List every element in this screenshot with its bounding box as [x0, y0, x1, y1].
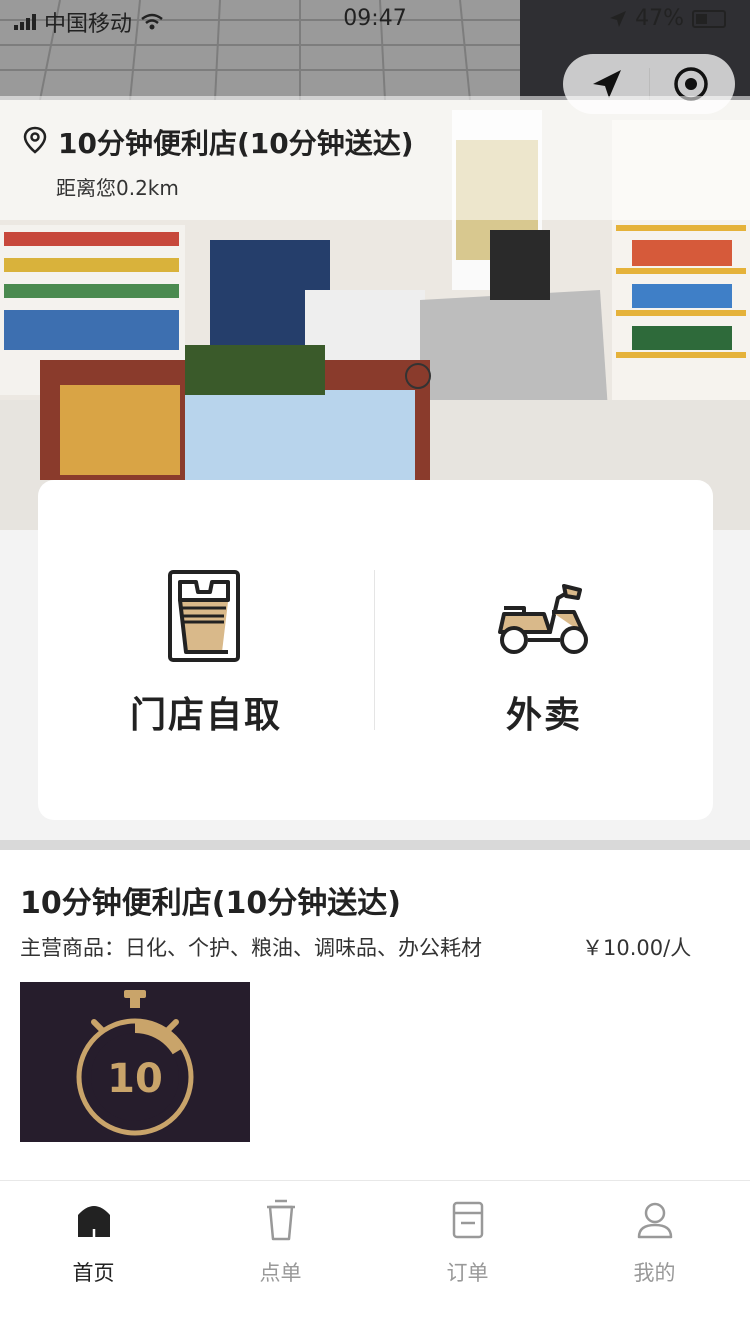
tab-order-menu-label: 点单	[259, 1261, 302, 1285]
cup-pickup-icon	[168, 570, 240, 662]
pickup-option[interactable]: 门店自取	[38, 480, 374, 820]
location-pin-icon	[23, 126, 47, 154]
store-header[interactable]: 10分钟便利店(10分钟送达) 距离您0.2km	[0, 96, 750, 220]
pickup-label: 门店自取	[129, 695, 282, 736]
location-arrow-icon	[610, 10, 627, 27]
order-mode-card: 门店自取 外卖	[38, 480, 713, 820]
option-divider	[374, 570, 375, 730]
store-price-per-person: ￥10.00/人	[582, 936, 692, 960]
tab-profile-label: 我的	[633, 1261, 676, 1285]
status-bar: 中国移动 09:47 47%	[0, 0, 750, 40]
user-icon	[637, 1202, 672, 1239]
store-detail: 10分钟便利店(10分钟送达) 主营商品：日化、个护、粮油、调味品、办公耗材 ￥…	[0, 850, 750, 1180]
tab-order-menu[interactable]: 点单	[187, 1195, 374, 1291]
home-icon	[77, 1206, 110, 1237]
store-detail-title: 10分钟便利店(10分钟送达)	[20, 886, 401, 921]
store-distance: 距离您0.2km	[56, 176, 179, 200]
delivery-option[interactable]: 外卖	[376, 480, 712, 820]
delivery-label: 外卖	[505, 695, 582, 736]
tab-orders[interactable]: 订单	[374, 1195, 561, 1291]
battery-percent: 47%	[635, 6, 684, 31]
store-name: 10分钟便利店(10分钟送达)	[58, 127, 414, 160]
scooter-icon	[498, 584, 588, 654]
tab-profile[interactable]: 我的	[561, 1195, 748, 1291]
store-main-products: 主营商品：日化、个护、粮油、调味品、办公耗材	[20, 936, 482, 960]
store-logo: 10	[20, 982, 250, 1142]
order-icon	[452, 1201, 483, 1239]
tab-orders-label: 订单	[446, 1261, 489, 1285]
battery-icon	[692, 9, 726, 28]
section-divider	[0, 840, 750, 850]
cup-icon	[266, 1199, 295, 1241]
tab-home[interactable]: 首页	[0, 1195, 187, 1291]
store-logo-number: 10	[107, 1056, 163, 1102]
tab-home-label: 首页	[72, 1261, 115, 1285]
bottom-tab-bar: 首页 点单 订单 我的	[0, 1180, 750, 1335]
